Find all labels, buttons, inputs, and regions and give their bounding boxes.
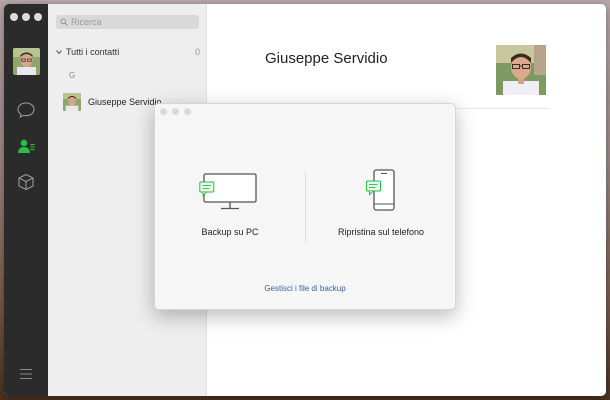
phone-icon <box>366 169 395 211</box>
manage-backups-link[interactable]: Gestisci i file di backup <box>155 284 455 293</box>
search-placeholder: Ricerca <box>71 17 102 27</box>
sidebar-rail <box>4 4 48 396</box>
avatar-photo <box>13 48 40 75</box>
minimize-window-button[interactable] <box>22 13 30 21</box>
user-avatar[interactable] <box>13 48 40 75</box>
backup-dialog: Backup su PC Ripristina sul telefono Ges… <box>154 103 456 310</box>
contact-photo <box>496 45 546 95</box>
chevron-down-icon <box>56 50 62 55</box>
group-count: 0 <box>194 47 200 57</box>
contact-title: Giuseppe Servidio <box>265 50 388 67</box>
section-letter: G <box>69 71 76 80</box>
zoom-window-button[interactable] <box>34 13 42 21</box>
dialog-minimize-button[interactable] <box>172 108 179 115</box>
backup-label: Backup su PC <box>201 227 259 237</box>
dialog-zoom-button[interactable] <box>184 108 191 115</box>
contact-thumbnail <box>63 93 81 111</box>
dialog-close-button[interactable] <box>160 108 167 115</box>
box-icon[interactable] <box>16 172 36 192</box>
search-icon <box>60 18 68 26</box>
close-window-button[interactable] <box>10 13 18 21</box>
restore-label: Ripristina sul telefono <box>337 227 425 237</box>
search-input[interactable]: Ricerca <box>56 15 199 29</box>
group-label: Tutti i contatti <box>66 47 120 57</box>
backup-to-pc-option[interactable]: Backup su PC <box>165 168 295 237</box>
contact-group-all[interactable]: Tutti i contatti 0 <box>55 45 200 59</box>
restore-to-phone-option[interactable]: Ripristina sul telefono <box>316 168 446 237</box>
menu-icon[interactable] <box>16 364 36 384</box>
option-divider <box>305 172 306 242</box>
contacts-icon[interactable] <box>16 136 36 156</box>
monitor-icon <box>199 173 257 210</box>
chat-icon[interactable] <box>16 100 36 120</box>
contact-name: Giuseppe Servidio <box>88 97 162 107</box>
